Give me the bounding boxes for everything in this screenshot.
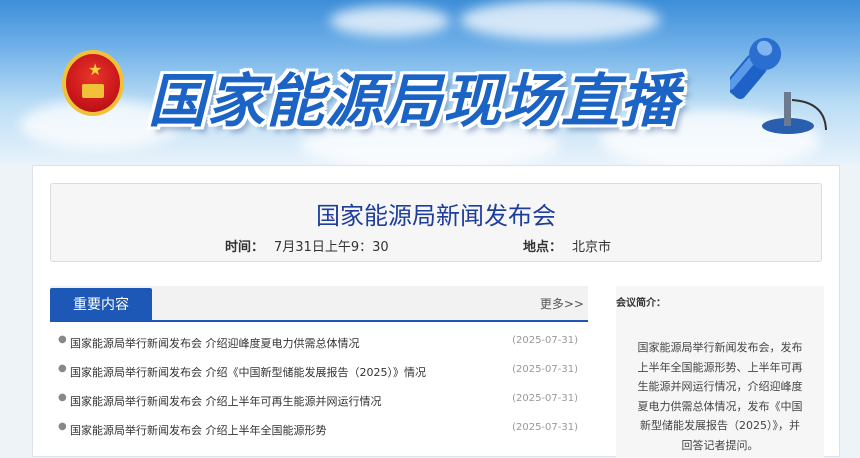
intro-label: 会议简介： xyxy=(616,298,666,309)
conference-place: 地点： 北京市 xyxy=(523,236,611,255)
time-value: 7月31日上午9：30 xyxy=(274,240,389,255)
news-date: (2025-07-31) xyxy=(512,335,578,346)
conference-header: 国家能源局新闻发布会 时间： 7月31日上午9：30 地点： 北京市 xyxy=(50,183,822,262)
news-title-link[interactable]: 国家能源局举行新闻发布会 介绍上半年可再生能源并网运行情况 xyxy=(70,393,382,409)
place-value: 北京市 xyxy=(572,240,612,255)
news-date: (2025-07-31) xyxy=(512,364,578,375)
bullet-icon: ● xyxy=(58,392,67,403)
important-content-panel: 重要内容 更多>> ● 国家能源局举行新闻发布会 介绍迎峰度夏电力供需总体情况 … xyxy=(50,286,588,444)
page-title: 国家能源局新闻发布会 xyxy=(316,202,556,230)
main-content: 国家能源局新闻发布会 时间： 7月31日上午9：30 地点： 北京市 重要内容 更多… xyxy=(32,165,840,458)
cloud-decoration xyxy=(460,0,660,40)
banner-title: 国家能源局现场直播 xyxy=(148,67,680,135)
time-label: 时间： xyxy=(225,240,265,255)
news-list: ● 国家能源局举行新闻发布会 介绍迎峰度夏电力供需总体情况 (2025-07-3… xyxy=(50,328,588,444)
list-item: ● 国家能源局举行新闻发布会 介绍上半年全国能源形势 (2025-07-31) xyxy=(50,415,588,444)
place-label: 地点： xyxy=(523,240,563,255)
list-item: ● 国家能源局举行新闻发布会 介绍《中国新型储能发展报告（2025）》情况 (2… xyxy=(50,357,588,386)
header-banner: ★ 国家能源局现场直播 xyxy=(0,0,860,165)
conference-intro-panel: 会议简介： 国家能源局举行新闻发布会，发布上半年全国能源形势、上半年可再生能源并… xyxy=(616,286,824,458)
bullet-icon: ● xyxy=(58,334,67,345)
microphone-icon xyxy=(730,37,827,134)
more-link[interactable]: 更多>> xyxy=(540,295,584,312)
news-title-link[interactable]: 国家能源局举行新闻发布会 介绍迎峰度夏电力供需总体情况 xyxy=(70,335,360,351)
intro-text: 国家能源局举行新闻发布会，发布上半年全国能源形势、上半年可再生能源并网运行情况，… xyxy=(637,341,803,452)
national-emblem-icon: ★ xyxy=(62,50,124,116)
bullet-icon: ● xyxy=(58,363,67,374)
news-date: (2025-07-31) xyxy=(512,422,578,433)
news-title-link[interactable]: 国家能源局举行新闻发布会 介绍《中国新型储能发展报告（2025）》情况 xyxy=(70,364,426,380)
list-item: ● 国家能源局举行新闻发布会 介绍上半年可再生能源并网运行情况 (2025-07… xyxy=(50,386,588,415)
tab-important-content[interactable]: 重要内容 xyxy=(50,288,152,322)
news-date: (2025-07-31) xyxy=(512,393,578,404)
list-item: ● 国家能源局举行新闻发布会 介绍迎峰度夏电力供需总体情况 (2025-07-3… xyxy=(50,328,588,357)
cloud-decoration xyxy=(330,6,450,36)
bullet-icon: ● xyxy=(58,421,67,432)
news-tabbar: 重要内容 更多>> xyxy=(50,286,588,322)
conference-time: 时间： 7月31日上午9：30 xyxy=(225,236,389,255)
news-title-link[interactable]: 国家能源局举行新闻发布会 介绍上半年全国能源形势 xyxy=(70,422,327,438)
